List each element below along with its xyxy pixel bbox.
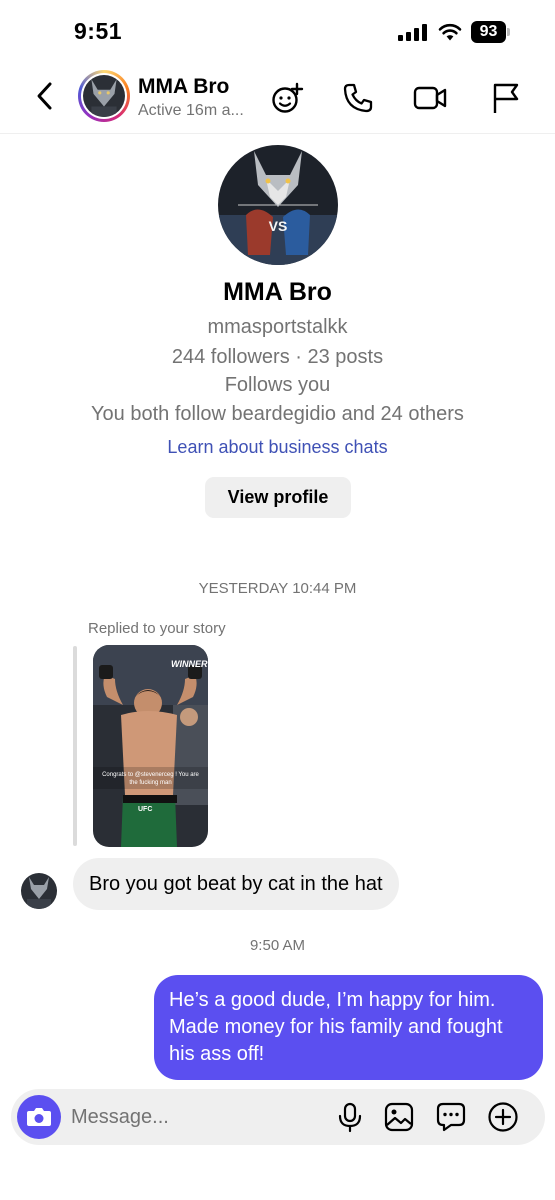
camera-icon bbox=[27, 1108, 51, 1126]
profile-avatar[interactable]: VS bbox=[218, 145, 338, 265]
plus-icon[interactable] bbox=[487, 1101, 519, 1133]
view-profile-button[interactable]: View profile bbox=[205, 477, 351, 518]
phone-icon[interactable] bbox=[340, 80, 376, 116]
incoming-message[interactable]: Bro you got beat by cat in the hat bbox=[73, 858, 399, 910]
profile-username: mmasportstalkk bbox=[207, 316, 348, 338]
story-reply-label: Replied to your story bbox=[88, 620, 226, 637]
svg-text:VS: VS bbox=[269, 218, 288, 234]
outgoing-message[interactable]: He’s a good dude, I’m happy for him. Mad… bbox=[154, 975, 543, 1080]
avatar-image bbox=[83, 75, 125, 117]
wifi-icon bbox=[438, 23, 462, 41]
message-composer bbox=[11, 1089, 545, 1145]
camera-button[interactable] bbox=[17, 1095, 61, 1139]
chat-icon[interactable] bbox=[435, 1101, 467, 1133]
story-winner-tag: WINNER bbox=[171, 659, 208, 669]
business-chats-link[interactable]: Learn about business chats bbox=[0, 437, 555, 458]
flag-icon[interactable] bbox=[487, 80, 523, 116]
status-bar: 9:51 93 bbox=[0, 0, 555, 62]
header-status: Active 16m a... bbox=[138, 102, 244, 119]
back-icon[interactable] bbox=[28, 76, 64, 116]
battery-level: 93 bbox=[471, 21, 506, 43]
timestamp-yesterday: YESTERDAY 10:44 PM bbox=[198, 580, 357, 597]
mutual-followers: You both follow beardegidio and 24 other… bbox=[91, 403, 464, 425]
mic-icon[interactable] bbox=[334, 1101, 366, 1133]
timestamp-today: 9:50 AM bbox=[249, 937, 306, 954]
chat-header: MMA Bro Active 16m a... bbox=[0, 62, 555, 134]
sticker-icon[interactable] bbox=[270, 80, 306, 116]
story-image: UFC bbox=[93, 645, 208, 847]
reply-bar bbox=[73, 646, 77, 846]
header-name[interactable]: MMA Bro bbox=[138, 75, 229, 99]
status-time: 9:51 bbox=[74, 18, 123, 44]
svg-text:UFC: UFC bbox=[138, 806, 152, 813]
story-caption: Congrats to @stevenerceg ! You are the f… bbox=[102, 772, 199, 786]
follows-you-label: Follows you bbox=[224, 374, 331, 396]
sender-avatar[interactable] bbox=[21, 873, 57, 909]
header-avatar[interactable] bbox=[78, 70, 130, 122]
profile-name: MMA Bro bbox=[223, 278, 332, 306]
video-icon[interactable] bbox=[412, 80, 448, 116]
signal-icon bbox=[398, 24, 427, 41]
message-input[interactable] bbox=[71, 1099, 321, 1135]
story-thumbnail[interactable]: UFC WINNER Congrats to @stevenerceg ! Yo… bbox=[93, 645, 208, 847]
gallery-icon[interactable] bbox=[383, 1101, 415, 1133]
profile-stats: 244 followers · 23 posts bbox=[171, 346, 384, 368]
battery-icon: 93 bbox=[471, 21, 510, 43]
